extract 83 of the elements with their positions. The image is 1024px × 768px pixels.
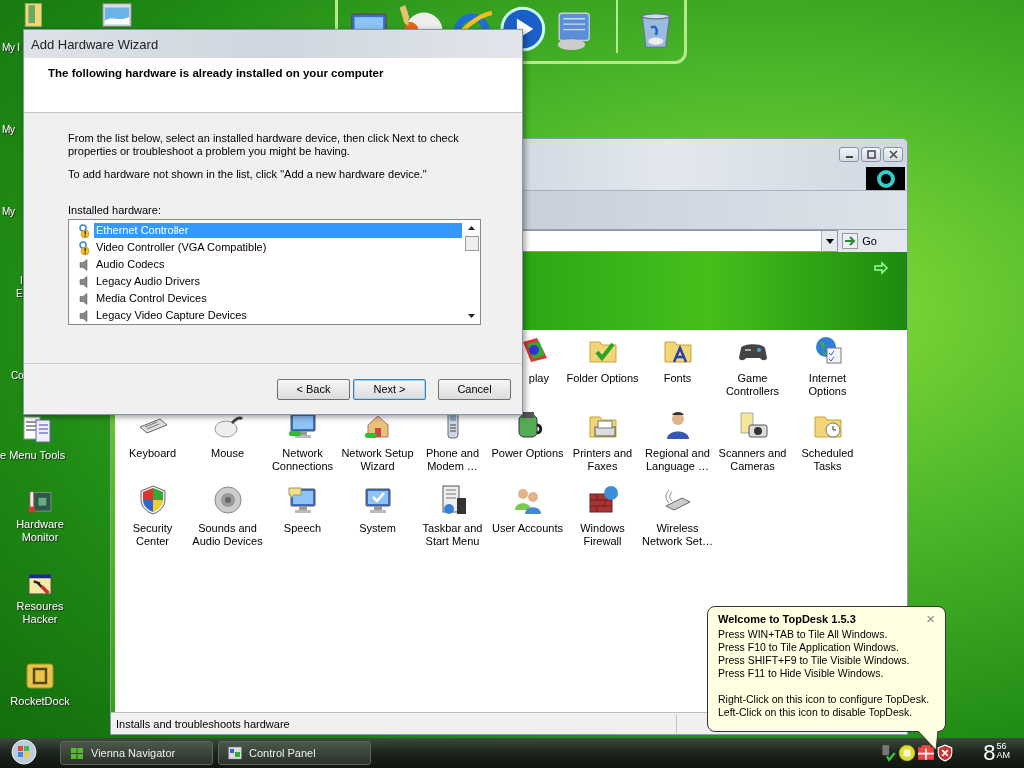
icon-label[interactable]: I E <box>16 274 23 300</box>
instruction-text: To add hardware not shown in the list, click "Add a new hardware device." <box>68 168 428 181</box>
list-icon[interactable] <box>22 414 54 446</box>
grid-icon[interactable] <box>917 744 936 762</box>
list-item[interactable]: Video Controller (VGA Compatible) <box>94 240 269 255</box>
network-icon[interactable] <box>879 744 898 762</box>
warning-device-icon <box>77 222 93 239</box>
instruction-text: From the list below, select an installed hardware device, then click Next to check properties or troubleshoot a problem you might be having. <box>68 132 460 158</box>
item-label[interactable]: Phone and Modem … <box>415 447 490 473</box>
icon-label[interactable]: Resoures Hacker <box>5 600 75 626</box>
dialog-button[interactable]: Next > <box>353 378 426 400</box>
balloon-title: Welcome to TopDesk 1.5.3 <box>718 613 856 625</box>
icon-label[interactable]: e Menu Tools <box>0 449 66 462</box>
speaker-icon[interactable] <box>211 484 244 516</box>
balloon-text: Right-Click on this icon to configure TopDesk. <box>718 693 931 706</box>
window-title: Add Hardware Wizard <box>31 36 159 52</box>
item-label[interactable]: User Accounts <box>490 522 565 535</box>
list-item[interactable]: Audio Codecs <box>94 257 167 272</box>
item-label[interactable]: Internet Options <box>790 372 865 398</box>
icon-label[interactable]: My <box>2 205 15 218</box>
item-label[interactable]: Wireless Network Set… <box>640 522 715 548</box>
brick-wall-icon[interactable] <box>586 484 619 516</box>
list-item[interactable]: Legacy Audio Drivers <box>94 274 202 289</box>
scroll-thumb[interactable] <box>464 236 479 251</box>
arrow-icon <box>842 233 859 249</box>
balloon-text: Press WIN+TAB to Tile All Windows. <box>718 628 889 641</box>
balloon-text: Press SHIFT+F9 to Tile Visible Windows. <box>718 654 911 667</box>
close-button[interactable]: × <box>926 612 935 626</box>
list-item[interactable]: Legacy Video Capture Devices <box>94 308 249 323</box>
heading: The following hardware is already installed on your computer <box>48 67 385 79</box>
item-label[interactable]: Folder Options <box>565 372 640 385</box>
icon-label[interactable]: My I <box>2 41 20 54</box>
icon-label[interactable]: My <box>2 123 15 136</box>
icon-label[interactable]: RocketDock <box>5 695 75 708</box>
start-orb-icon <box>11 739 37 765</box>
item-label[interactable]: Network Setup Wizard <box>340 447 415 473</box>
picture-icon[interactable] <box>100 0 134 30</box>
caret-icon <box>825 238 834 244</box>
item-label[interactable]: Network Connections <box>265 447 340 473</box>
item-label[interactable]: Sounds and Audio Devices <box>190 522 265 548</box>
item-label[interactable]: Scheduled Tasks <box>790 447 865 473</box>
item-label[interactable]: Taskbar and Start Menu <box>415 522 490 548</box>
item-label[interactable]: Game Controllers <box>715 372 790 398</box>
window-icon <box>227 745 243 761</box>
item-label[interactable]: Scanners and Cameras <box>715 447 790 473</box>
warning-device-icon <box>77 239 93 256</box>
close-icon <box>888 150 898 159</box>
item-label[interactable]: Power Options <box>490 447 565 460</box>
item-label[interactable]: System <box>340 522 415 535</box>
caret-down-icon[interactable] <box>468 314 475 318</box>
maximize-icon <box>866 150 876 159</box>
item-label[interactable]: Fonts <box>640 372 715 385</box>
item-label[interactable]: Mouse <box>190 447 265 460</box>
list-item[interactable]: Media Control Devices <box>94 291 209 306</box>
icon-label[interactable]: Hardware Monitor <box>5 518 75 544</box>
balloon-text: Press F11 to Hide Visible Windows. <box>718 667 885 680</box>
item-label[interactable]: Speech <box>265 522 340 535</box>
go-button[interactable]: Go <box>838 233 877 249</box>
taskbar-button[interactable]: Control Panel <box>218 741 371 765</box>
minimize-button[interactable] <box>839 147 859 162</box>
item-label[interactable]: Printers and Faxes <box>565 447 640 473</box>
icon-label[interactable]: Co <box>11 369 24 382</box>
monitor-icon[interactable] <box>286 484 319 516</box>
close-button[interactable] <box>883 147 903 162</box>
item-label[interactable]: Keyboard <box>115 447 190 460</box>
item-label[interactable]: Security Center <box>115 522 190 548</box>
maximize-button[interactable] <box>861 147 881 162</box>
item-label[interactable]: Windows Firewall <box>565 522 640 548</box>
throbber-icon <box>866 167 905 190</box>
dropdown-button[interactable] <box>821 231 838 251</box>
balloon-text: Press F10 to Tile Application Windows. <box>718 641 900 654</box>
windows-icon <box>69 745 85 761</box>
taskbar-button[interactable]: Vienna Navigator <box>60 741 213 765</box>
dialog-button[interactable]: Cancel <box>438 378 511 400</box>
hardware-list[interactable]: Ethernet Controller Video Controller (VGA Compatible) Audio Codecs Legacy Audio Drivers Media Control Devices Legacy Video Capture Devices <box>68 219 481 325</box>
item-label[interactable]: Regional and Language … <box>640 447 715 473</box>
balloon-text: Left-Click on this icon to disable TopDesk. <box>718 706 914 719</box>
arrow-icon[interactable] <box>873 260 889 276</box>
start-button[interactable] <box>10 739 38 767</box>
list-label: Installed hardware: <box>68 204 162 216</box>
dialog-button[interactable]: < Back <box>277 378 350 400</box>
status-text: Installs and troubleshoots hardware <box>116 717 291 730</box>
shield-icon[interactable] <box>936 744 955 762</box>
